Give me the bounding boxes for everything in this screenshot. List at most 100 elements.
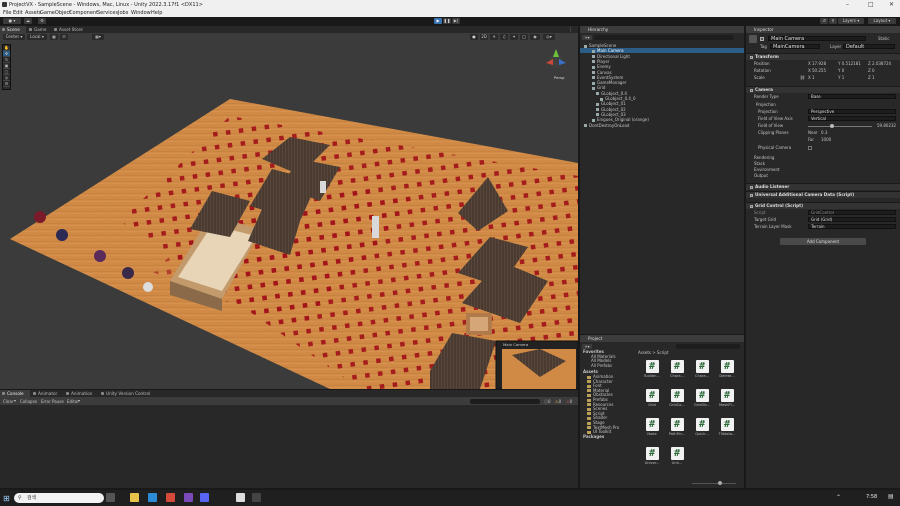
- object-name-field[interactable]: Main Camera: [768, 36, 866, 42]
- cloud-icon[interactable]: ☁: [24, 18, 32, 24]
- grid-control-header[interactable]: Grid Control (Script): [746, 202, 900, 209]
- info-count-icon[interactable]: ⓘ0: [544, 399, 551, 405]
- target-grid-field[interactable]: Grid (Grid): [808, 217, 896, 222]
- minimize-icon[interactable]: –: [846, 1, 849, 8]
- rotation-y-field[interactable]: Y 0: [838, 68, 844, 74]
- project-tree-item[interactable]: All Prefabs: [591, 363, 612, 368]
- tab-scene[interactable]: Scene: [0, 26, 26, 33]
- project-search-input[interactable]: [676, 344, 740, 349]
- tab-version-control[interactable]: Unity Version Control: [99, 390, 155, 397]
- clock[interactable]: 7:58: [866, 494, 877, 500]
- physical-camera-checkbox[interactable]: [808, 146, 812, 150]
- tab-game[interactable]: Game: [27, 26, 51, 33]
- menu-window[interactable]: Window: [131, 10, 151, 16]
- terrain-mask-dropdown[interactable]: Terrain: [808, 224, 896, 229]
- menu-gameobject[interactable]: GameObject: [40, 10, 71, 16]
- menu-services[interactable]: Services: [97, 10, 118, 16]
- collapse-button[interactable]: Collapse: [20, 399, 37, 404]
- render-type-dropdown[interactable]: Base: [808, 94, 896, 99]
- hierarchy-item[interactable]: DontDestroyOnLoad: [580, 123, 744, 128]
- transform-component-header[interactable]: Transform: [746, 53, 900, 60]
- task-view-icon[interactable]: [106, 493, 115, 502]
- static-toggle[interactable]: Static: [878, 36, 889, 41]
- tab-console[interactable]: Console: [0, 390, 30, 397]
- far-field[interactable]: 1000: [821, 137, 831, 143]
- explorer-icon[interactable]: [130, 493, 139, 502]
- grid-snap-button[interactable]: ▦: [50, 34, 58, 40]
- unity-icon[interactable]: [236, 493, 245, 502]
- fov-value-field[interactable]: 59.80232: [877, 123, 896, 129]
- console-search-input[interactable]: [470, 398, 540, 404]
- tag-dropdown[interactable]: MainCamera: [770, 44, 820, 50]
- scale-link-icon[interactable]: ⛓: [800, 75, 805, 81]
- gizmo-persp-label[interactable]: Persp: [554, 75, 564, 80]
- zoom-slider[interactable]: [692, 481, 736, 485]
- rotation-x-field[interactable]: X 50.255: [808, 68, 826, 74]
- step-button[interactable]: ▶|: [452, 18, 460, 24]
- scene-render[interactable]: [0, 41, 578, 389]
- app-icon[interactable]: [252, 493, 261, 502]
- history-icon[interactable]: ↺: [820, 18, 828, 24]
- gizmos-toggle[interactable]: ◎▾: [543, 34, 555, 40]
- notification-icon[interactable]: ▤: [888, 493, 894, 500]
- script-asset[interactable]: # GridCo...: [668, 389, 686, 407]
- zoom-slider-handle[interactable]: [718, 481, 722, 485]
- chrome-icon[interactable]: [166, 493, 175, 502]
- scene-camera-button[interactable]: ◉: [530, 34, 540, 40]
- script-asset[interactable]: # Chara...: [668, 360, 686, 378]
- camera-enabled-checkbox[interactable]: [750, 88, 753, 92]
- layer-dropdown[interactable]: Default: [843, 44, 895, 50]
- output-section[interactable]: Output: [754, 173, 768, 179]
- menu-jobs[interactable]: Jobs: [118, 10, 128, 16]
- lighting-toggle[interactable]: ☀: [490, 34, 498, 40]
- layout-dropdown[interactable]: Layout ▾: [868, 18, 896, 24]
- edge-icon[interactable]: [148, 493, 157, 502]
- custom-tool-icon[interactable]: ⚙: [3, 81, 10, 87]
- clear-button[interactable]: Clear: [3, 399, 13, 404]
- tab-asset-store[interactable]: Asset Store: [52, 26, 88, 33]
- project-breadcrumb[interactable]: Assets > Script: [638, 350, 669, 355]
- 2d-toggle[interactable]: 2D: [480, 34, 488, 40]
- add-component-button[interactable]: Add Component: [780, 238, 866, 245]
- position-z-field[interactable]: Z 2.038724: [868, 61, 891, 67]
- windows-start-icon[interactable]: ⊞: [3, 494, 10, 503]
- account-button[interactable]: ● ▾: [3, 18, 21, 24]
- warning-count-icon[interactable]: ⚠0: [555, 399, 561, 404]
- script-asset[interactable]: # Chara...: [693, 360, 711, 378]
- tab-animator[interactable]: Animator: [31, 390, 63, 397]
- effects-toggle[interactable]: ✦: [510, 34, 518, 40]
- pivot-local-dropdown[interactable]: Local ▾: [27, 34, 47, 40]
- scale-y-field[interactable]: Y 1: [838, 75, 844, 81]
- tab-animation[interactable]: Animation: [64, 390, 98, 397]
- fov-slider[interactable]: [808, 125, 872, 127]
- script-asset[interactable]: # Univer...: [643, 447, 661, 465]
- pivot-center-dropdown[interactable]: Center ▾: [3, 34, 25, 40]
- script-asset[interactable]: # Tiltdata...: [718, 418, 736, 436]
- script-asset[interactable]: # Grid: [643, 389, 661, 407]
- script-asset[interactable]: # GridOb...: [693, 389, 711, 407]
- position-x-field[interactable]: X 17.928: [808, 61, 826, 67]
- hierarchy-add-button[interactable]: +▾: [582, 35, 592, 40]
- rotation-z-field[interactable]: Z 0: [868, 68, 875, 74]
- collab-icon[interactable]: ⚙: [38, 18, 46, 24]
- discord-icon[interactable]: [200, 493, 209, 502]
- fov-axis-dropdown[interactable]: Vertical: [808, 116, 896, 121]
- hidden-objects-toggle[interactable]: ◯: [520, 34, 528, 40]
- clear-dropdown-icon[interactable]: ▾: [14, 398, 16, 403]
- taskbar-search-input[interactable]: ⚲ 검색: [14, 493, 104, 503]
- pause-button[interactable]: ❚❚: [443, 18, 451, 24]
- script-asset[interactable]: # MeshPl...: [718, 389, 736, 407]
- projection-section-label[interactable]: Projection: [756, 102, 776, 108]
- layers-dropdown[interactable]: Layers ▾: [838, 18, 864, 24]
- menu-assets[interactable]: Assets: [25, 10, 41, 16]
- project-tree-item[interactable]: Packages: [583, 434, 604, 439]
- audio-listener-checkbox[interactable]: [750, 185, 753, 189]
- tray-up-icon[interactable]: ⌃: [836, 494, 841, 501]
- script-asset[interactable]: # Delete...: [718, 360, 736, 378]
- grid-control-checkbox[interactable]: [750, 204, 753, 208]
- play-button[interactable]: ▶: [434, 18, 442, 24]
- script-asset[interactable]: # Quick...: [693, 418, 711, 436]
- position-y-field[interactable]: Y 0.512181: [838, 61, 861, 67]
- menu-edit[interactable]: Edit: [13, 10, 23, 16]
- snap-increment-button[interactable]: ☷: [60, 34, 68, 40]
